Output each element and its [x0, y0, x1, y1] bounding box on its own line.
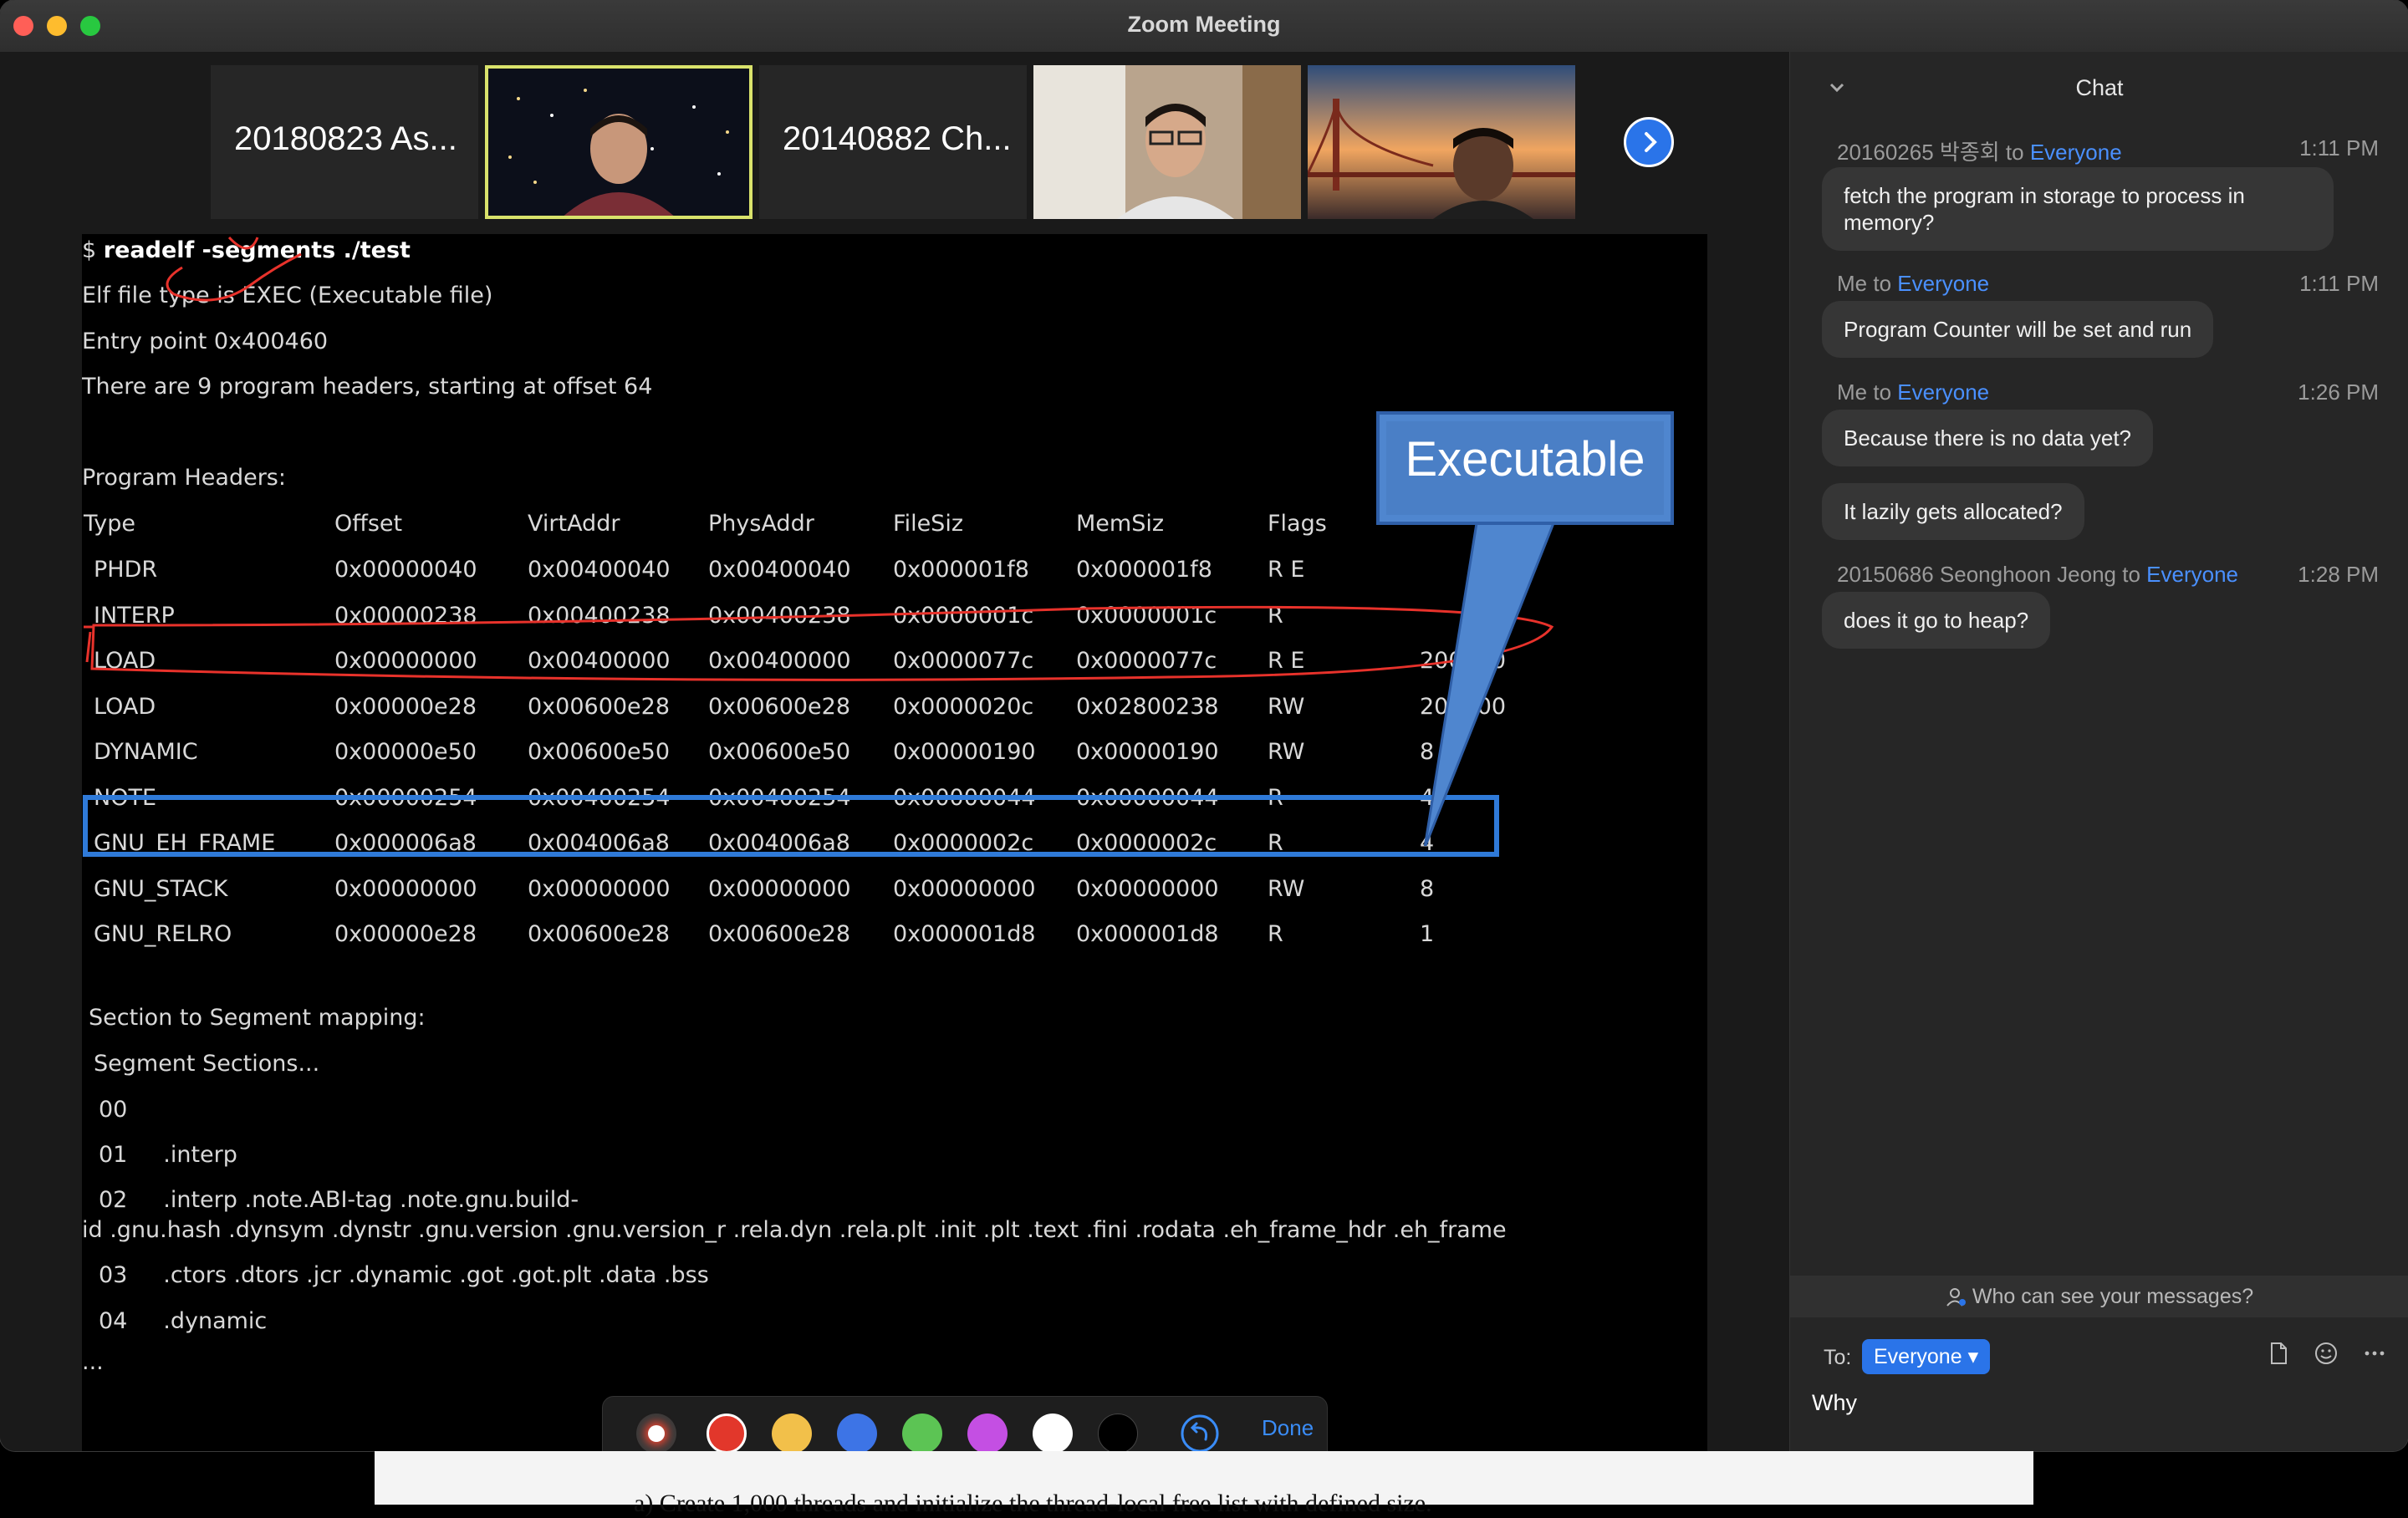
person-icon — [1946, 1288, 1966, 1307]
color-swatch-green[interactable] — [902, 1414, 942, 1451]
annotation-box-eh-frame — [83, 795, 1499, 857]
message-bubble[interactable]: Program Counter will be set and run — [1822, 301, 2214, 358]
annotation-scribble — [166, 252, 302, 302]
message-visibility-link[interactable]: Who can see your messages? — [1790, 1276, 2408, 1317]
message-sender: Me to Everyone — [1837, 380, 1990, 405]
color-swatch-black[interactable] — [1098, 1414, 1138, 1451]
chat-panel: Chat 20160265 박종회 to Everyone 1:11 PM fe… — [1789, 52, 2408, 1451]
color-swatch-yellow[interactable] — [772, 1414, 812, 1451]
document-snippet: a) Create 1,000 threads and initialize t… — [634, 1490, 1432, 1517]
recipient-label: To: — [1824, 1346, 1852, 1369]
message-sender: Me to Everyone — [1837, 271, 1990, 296]
screen-share-content: $ readelf -segments ./test Elf file type… — [82, 234, 1707, 1451]
background-document: a) Create 1,000 threads and initialize t… — [375, 1451, 2033, 1517]
participant-tile[interactable] — [1308, 65, 1575, 219]
caret-down-icon: ▾ — [1967, 1345, 1979, 1368]
participant-video — [1033, 65, 1301, 219]
more-icon[interactable] — [2362, 1341, 2387, 1366]
message-time: 1:11 PM — [2299, 135, 2379, 160]
emoji-icon[interactable] — [2314, 1341, 2339, 1366]
participant-tile-active-speaker[interactable] — [485, 65, 752, 219]
participant-video — [485, 65, 752, 219]
message-time: 1:11 PM — [2299, 271, 2379, 296]
participant-video — [1308, 65, 1575, 219]
chat-message-input[interactable] — [1810, 1389, 2390, 1417]
compose-actions — [2267, 1341, 2387, 1372]
zoom-window: Zoom Meeting 20180823 As... 20140882 Ch.… — [0, 0, 2408, 1451]
message-bubble[interactable]: It lazily gets allocated? — [1822, 483, 2084, 540]
message-time: 1:28 PM — [2298, 562, 2379, 587]
callout-label: Executable — [1405, 432, 1645, 486]
color-swatch-purple[interactable] — [967, 1414, 1008, 1451]
message-bubble[interactable]: Because there is no data yet? — [1822, 410, 2154, 466]
recipient-dropdown[interactable]: Everyone ▾ — [1862, 1339, 1991, 1374]
color-swatch-white[interactable] — [1033, 1414, 1073, 1451]
done-button[interactable]: Done — [1262, 1415, 1314, 1441]
file-icon[interactable] — [2267, 1341, 2290, 1366]
title-bar[interactable]: Zoom Meeting — [0, 0, 2408, 53]
message-time: 1:26 PM — [2298, 380, 2379, 405]
color-swatch-blue[interactable] — [837, 1414, 877, 1451]
participant-tile[interactable]: 20180823 As... — [211, 65, 478, 219]
chat-compose: To: Everyone ▾ — [1790, 1317, 2408, 1451]
color-swatch-red[interactable] — [707, 1414, 747, 1451]
annotation-circle-load — [90, 605, 1554, 681]
participant-tile[interactable] — [1033, 65, 1301, 219]
annotation-scribble — [227, 236, 259, 250]
message-sender: 20150686 Seonghoon Jeong to Everyone — [1837, 562, 2238, 587]
message-sender: 20160265 박종회 to Everyone — [1837, 140, 2122, 165]
undo-button[interactable] — [1180, 1414, 1220, 1451]
message-bubble[interactable]: does it go to heap? — [1822, 592, 2051, 649]
chat-header: Chat — [1790, 52, 2408, 124]
participant-tile[interactable]: 20140882 Ch... — [759, 65, 1027, 219]
visibility-text: Who can see your messages? — [1972, 1285, 2254, 1308]
meeting-stage: 20180823 As... 20140882 Ch... $ readelf … — [0, 52, 1789, 1451]
undo-icon — [1181, 1414, 1219, 1451]
message-bubble[interactable]: fetch the program in storage to process … — [1822, 167, 2334, 251]
next-page-button[interactable] — [1624, 117, 1674, 167]
chat-title: Chat — [2075, 75, 2124, 100]
spotlight-tool[interactable] — [636, 1414, 676, 1451]
chevron-right-icon — [1645, 132, 1657, 152]
window-title: Zoom Meeting — [1127, 12, 1281, 37]
annotation-toolbar: Done — [602, 1396, 1328, 1451]
participant-name: 20140882 Ch... — [783, 120, 1012, 157]
participant-name: 20180823 As... — [234, 120, 457, 157]
